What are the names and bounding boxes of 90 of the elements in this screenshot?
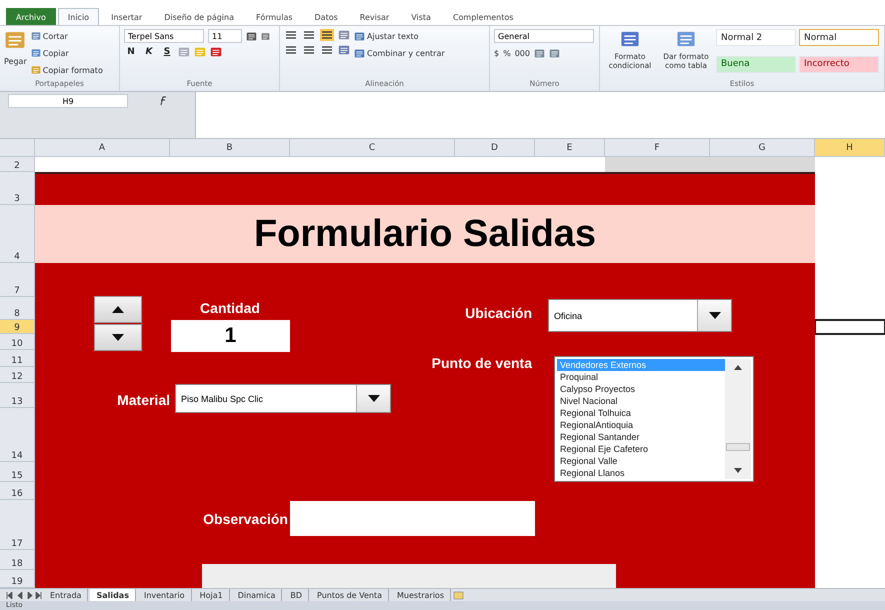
- row-header[interactable]: 15: [0, 462, 34, 482]
- sales-point-listbox[interactable]: Vendedores Externos Proquinal Calypso Proyectos Nivel Nacional Regional Tolhuica RegionalAntioquia Regional Santander Regional Eje Cafetero Regional Valle Regional Llanos: [554, 356, 754, 482]
- currency-button[interactable]: $: [494, 46, 500, 60]
- list-item[interactable]: Calypso Proyectos: [557, 383, 725, 395]
- sales-point-label: Punto de venta: [430, 355, 532, 371]
- underline-button[interactable]: S: [160, 47, 174, 57]
- align-middle-icon[interactable]: [302, 29, 316, 41]
- bold-button[interactable]: N: [124, 47, 138, 57]
- cell-style[interactable]: Normal: [799, 29, 879, 46]
- align-right-icon[interactable]: [320, 44, 334, 56]
- list-item[interactable]: RegionalAntioquia: [557, 419, 725, 431]
- scroll-up-icon[interactable]: [734, 365, 742, 370]
- row-header[interactable]: 16: [0, 482, 34, 500]
- ribbon-tab[interactable]: Archivo: [6, 8, 56, 25]
- align-top-icon[interactable]: [284, 29, 298, 41]
- percent-button[interactable]: %: [503, 46, 511, 60]
- align-left-icon[interactable]: [284, 44, 298, 56]
- row-header[interactable]: 7: [0, 263, 34, 297]
- formula-field[interactable]: [195, 92, 885, 138]
- caret-icon: [708, 312, 720, 319]
- scroll-thumb[interactable]: [726, 443, 750, 451]
- row-header[interactable]: 3: [0, 172, 34, 205]
- row-header[interactable]: 9: [0, 320, 34, 334]
- wrap-text-button[interactable]: Ajustar texto: [354, 29, 445, 43]
- function-icon[interactable]: [158, 96, 168, 106]
- ribbon-tab[interactable]: Vista: [401, 8, 441, 25]
- caret-icon: [368, 395, 380, 402]
- list-item[interactable]: Nivel Nacional: [557, 395, 725, 407]
- column-header[interactable]: B: [170, 139, 290, 156]
- format-painter-button[interactable]: Copiar formato: [30, 63, 103, 77]
- font-name-field[interactable]: Terpel Sans: [124, 29, 204, 43]
- ribbon-tab[interactable]: Revisar: [350, 8, 400, 25]
- column-header[interactable]: F: [605, 139, 710, 156]
- align-bottom-icon[interactable]: [320, 29, 334, 41]
- list-item[interactable]: Regional Santander: [557, 431, 725, 443]
- ribbon-tab[interactable]: Diseño de página: [154, 8, 244, 25]
- decrement-button[interactable]: [94, 324, 142, 351]
- form-title: Formulario Salidas: [254, 212, 596, 256]
- scrollbar[interactable]: [725, 359, 751, 479]
- thousands-button[interactable]: 000: [514, 46, 530, 60]
- ribbon-tab[interactable]: Inicio: [58, 8, 100, 25]
- column-header[interactable]: D: [455, 139, 535, 156]
- cell-style[interactable]: Incorrecto: [799, 56, 879, 72]
- row-header[interactable]: 4: [0, 205, 34, 263]
- list-item[interactable]: Regional Valle: [557, 455, 725, 467]
- row-header[interactable]: 10: [0, 334, 34, 350]
- quantity-label: Cantidad: [199, 300, 261, 316]
- font-size-field[interactable]: 11: [208, 29, 242, 43]
- cut-button[interactable]: Cortar: [30, 29, 103, 43]
- list-item[interactable]: Proquinal: [557, 371, 725, 383]
- row-header[interactable]: 17: [0, 500, 34, 550]
- material-label: Material: [116, 392, 170, 408]
- number-format-field[interactable]: General: [494, 29, 594, 43]
- paste-button[interactable]: Pegar: [4, 54, 27, 68]
- up-arrow-icon: [112, 306, 124, 313]
- list-item[interactable]: Regional Tolhuica: [557, 407, 725, 419]
- location-dropdown[interactable]: Oficina: [548, 299, 732, 332]
- ribbon-tab[interactable]: Datos: [304, 8, 348, 25]
- copy-button[interactable]: Copiar: [30, 46, 103, 60]
- ribbon-tab[interactable]: Fórmulas: [246, 8, 303, 25]
- quantity-field[interactable]: 1: [171, 320, 290, 352]
- observation-field[interactable]: [290, 501, 535, 536]
- sheet-navigation-icon[interactable]: [6, 592, 42, 598]
- location-label: Ubicación: [464, 305, 532, 321]
- increment-button[interactable]: [94, 296, 142, 323]
- italic-button[interactable]: K: [142, 47, 156, 57]
- list-item[interactable]: Regional Eje Cafetero: [557, 443, 725, 455]
- observation-label: Observación: [202, 511, 288, 527]
- row-header[interactable]: 18: [0, 550, 34, 570]
- material-dropdown[interactable]: Piso Malibu Spc Clic: [175, 384, 391, 413]
- align-center-icon[interactable]: [302, 44, 316, 56]
- column-header[interactable]: A: [35, 139, 170, 156]
- merge-center-button[interactable]: Combinar y centrar: [354, 46, 445, 60]
- row-header[interactable]: 12: [0, 367, 34, 383]
- column-header[interactable]: C: [290, 139, 455, 156]
- row-header[interactable]: 2: [0, 157, 34, 172]
- row-header[interactable]: 14: [0, 408, 34, 462]
- ribbon-tab[interactable]: Complementos: [442, 8, 524, 25]
- column-header[interactable]: E: [535, 139, 605, 156]
- row-header[interactable]: 13: [0, 383, 34, 408]
- cell-style[interactable]: Normal 2: [716, 29, 796, 46]
- ribbon-tab[interactable]: Insertar: [101, 8, 152, 25]
- row-header[interactable]: 11: [0, 350, 34, 367]
- list-item[interactable]: Regional Llanos: [557, 467, 725, 479]
- column-header[interactable]: H: [815, 139, 885, 156]
- down-arrow-icon: [112, 334, 124, 341]
- sheet-tab[interactable]: Salidas: [90, 589, 136, 601]
- name-box[interactable]: H9: [8, 94, 128, 108]
- scroll-down-icon[interactable]: [734, 468, 742, 473]
- cell-style[interactable]: Buena: [716, 56, 796, 72]
